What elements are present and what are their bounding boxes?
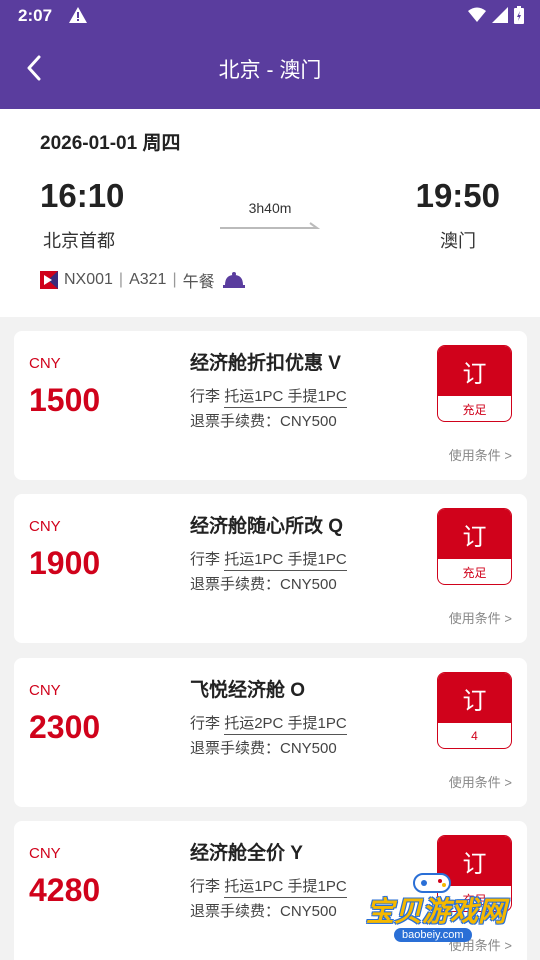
seat-availability: 4 bbox=[471, 729, 478, 743]
fare-baggage: 行李 托运2PC 手提1PC bbox=[190, 712, 347, 735]
baggage-label: 行李 bbox=[190, 715, 221, 732]
meta-divider: | bbox=[172, 271, 177, 288]
fare-card: CNY 1500 经济舱折扣优惠 V 行李 托运1PC 手提1PC 退票手续费：… bbox=[14, 331, 527, 480]
fare-baggage: 行李 托运1PC 手提1PC bbox=[190, 875, 347, 898]
fare-baggage: 行李 托运1PC 手提1PC bbox=[190, 385, 347, 408]
departure-time: 16:10 bbox=[40, 177, 125, 214]
arrival-city: 澳门 bbox=[440, 231, 476, 251]
signal-icon bbox=[492, 7, 508, 23]
status-bar: 2:07 bbox=[0, 0, 540, 32]
watermark-text: 宝贝游戏网 bbox=[366, 896, 507, 927]
wifi-icon bbox=[468, 7, 486, 22]
flight-duration: 3h40m bbox=[248, 200, 292, 216]
meta-divider: | bbox=[118, 271, 124, 288]
book-button[interactable]: 订 4 bbox=[437, 672, 512, 749]
status-time: 2:07 bbox=[18, 6, 53, 25]
meal-cloche-icon bbox=[222, 272, 245, 288]
fare-card: CNY 2300 飞悦经济舱 O 行李 托运2PC 手提1PC 退票手续费：CN… bbox=[14, 658, 527, 807]
fare-name: 经济舱全价 Y bbox=[190, 843, 303, 864]
terms-link[interactable]: 使用条件 > bbox=[449, 772, 512, 791]
fare-price: 1900 bbox=[29, 545, 101, 581]
fare-baggage: 行李 托运1PC 手提1PC bbox=[190, 548, 347, 571]
terms-link[interactable]: 使用条件 > bbox=[449, 608, 512, 627]
fare-name: 经济舱随心所改 Q bbox=[190, 516, 344, 537]
flight-meta: NX001 | A321 | 午餐 bbox=[40, 268, 245, 292]
watermark-url: baobeiy.com bbox=[394, 928, 472, 942]
terms-link[interactable]: 使用条件 > bbox=[449, 445, 512, 464]
fare-name: 经济舱折扣优惠 V bbox=[190, 353, 341, 374]
departure-city: 北京首都 bbox=[43, 231, 115, 251]
fare-currency: CNY bbox=[29, 518, 61, 535]
book-button[interactable]: 订 充足 bbox=[437, 508, 512, 585]
seat-availability: 充足 bbox=[462, 402, 487, 417]
baggage-label: 行李 bbox=[190, 878, 221, 895]
baggage-detail[interactable]: 托运1PC 手提1PC bbox=[224, 551, 347, 571]
site-watermark: 宝贝游戏网 baobeiy.com bbox=[362, 868, 512, 960]
book-label: 订 bbox=[438, 509, 511, 559]
arrow-right-icon bbox=[220, 222, 320, 229]
flight-number: NX001 bbox=[64, 271, 113, 288]
baggage-label: 行李 bbox=[190, 388, 221, 405]
fare-card: CNY 1900 经济舱随心所改 Q 行李 托运1PC 手提1PC 退票手续费：… bbox=[14, 494, 527, 643]
airline-logo-icon bbox=[40, 271, 58, 289]
arrival-time: 19:50 bbox=[415, 177, 500, 214]
baggage-detail[interactable]: 托运1PC 手提1PC bbox=[224, 878, 347, 898]
app-header: 2:07 北京 - 澳门 bbox=[0, 0, 540, 109]
book-label: 订 bbox=[438, 346, 511, 396]
fare-refund-fee: 退票手续费：CNY500 bbox=[190, 576, 337, 593]
fare-currency: CNY bbox=[29, 355, 61, 372]
fare-currency: CNY bbox=[29, 845, 61, 862]
book-button[interactable]: 订 充足 bbox=[437, 345, 512, 422]
flight-date: 2026-01-01 周四 bbox=[40, 133, 181, 154]
page-title: 北京 - 澳门 bbox=[218, 59, 322, 82]
warning-icon bbox=[68, 6, 88, 29]
meal-type: 午餐 bbox=[182, 274, 215, 291]
fare-name: 飞悦经济舱 O bbox=[190, 680, 306, 701]
fare-refund-fee: 退票手续费：CNY500 bbox=[190, 903, 337, 920]
fare-refund-fee: 退票手续费：CNY500 bbox=[190, 740, 337, 757]
battery-icon bbox=[514, 6, 524, 24]
fare-currency: CNY bbox=[29, 682, 61, 699]
aircraft-type: A321 bbox=[129, 271, 167, 288]
status-icons bbox=[468, 6, 524, 24]
book-label: 订 bbox=[438, 673, 511, 723]
fare-refund-fee: 退票手续费：CNY500 bbox=[190, 413, 337, 430]
seat-availability: 充足 bbox=[462, 565, 487, 580]
fare-price: 2300 bbox=[29, 709, 101, 745]
baggage-detail[interactable]: 托运2PC 手提1PC bbox=[224, 715, 347, 735]
fare-price: 4280 bbox=[29, 872, 101, 908]
baggage-detail[interactable]: 托运1PC 手提1PC bbox=[224, 388, 347, 408]
fare-price: 1500 bbox=[29, 382, 101, 418]
flight-summary: 2026-01-01 周四 16:10 北京首都 3h40m 19:50 澳门 … bbox=[0, 109, 540, 317]
baggage-label: 行李 bbox=[190, 551, 221, 568]
